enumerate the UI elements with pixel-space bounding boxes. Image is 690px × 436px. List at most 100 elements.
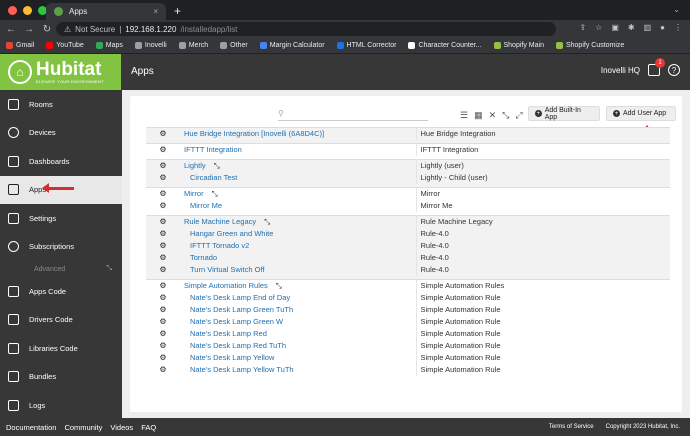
app-name-link[interactable]: Mirror Me xyxy=(180,200,416,212)
browser-tab[interactable]: Apps × xyxy=(46,3,166,20)
forward-icon[interactable]: → xyxy=(22,24,36,35)
clear-icon[interactable]: ✕ xyxy=(489,110,497,121)
search-input[interactable]: ⚲ xyxy=(278,109,428,121)
add-builtin-app-button[interactable]: + Add Built-In App xyxy=(528,106,600,121)
gear-icon[interactable]: ⚙ xyxy=(146,215,180,228)
app-name-text[interactable]: Lightly xyxy=(184,161,206,170)
app-name-link[interactable]: Nate's Desk Lamp Red xyxy=(180,328,416,340)
app-name-link[interactable]: Nate's Desk Lamp Yellow xyxy=(180,352,416,364)
app-name-link[interactable]: Hangar Green and White xyxy=(180,228,416,240)
gear-icon[interactable]: ⚙ xyxy=(146,172,180,184)
sidebar-item-subscriptions[interactable]: Subscriptions xyxy=(0,233,122,262)
sidebar-item-dashboards[interactable]: Dashboards xyxy=(0,147,122,176)
bookmark-star-icon[interactable]: ☆ xyxy=(595,23,602,32)
gear-icon[interactable]: ⚙ xyxy=(146,228,180,240)
hub-name[interactable]: Inovelli HQ xyxy=(601,66,640,75)
gear-icon[interactable]: ⚙ xyxy=(146,127,180,140)
hubitat-logo[interactable]: ⌂ Hubitat ELEVATE YOUR ENVIRONMENT xyxy=(0,54,121,90)
app-name-link[interactable]: Mirror ⤡ xyxy=(180,187,416,200)
bookmark-item[interactable]: Character Counter... xyxy=(408,42,482,49)
bookmark-item[interactable]: Merch xyxy=(178,42,208,49)
gear-icon[interactable]: ⚙ xyxy=(146,187,180,200)
gear-icon[interactable]: ⚙ xyxy=(146,279,180,292)
sidebar-icon[interactable]: ▥ xyxy=(644,23,652,32)
app-name-link[interactable]: Simple Automation Rules ⤡ xyxy=(180,279,416,292)
sidebar-item-settings[interactable]: Settings xyxy=(0,204,122,233)
app-name-link[interactable]: IFTTT Integration xyxy=(180,143,416,156)
bookmark-item[interactable]: Maps xyxy=(95,42,123,49)
bookmark-item[interactable]: Shopify Main xyxy=(493,42,544,49)
gear-icon[interactable]: ⚙ xyxy=(146,159,180,172)
grid-view-icon[interactable]: ▦ xyxy=(474,110,483,121)
sidebar-item-drivers-code[interactable]: Drivers Code xyxy=(0,306,122,335)
sidebar-item-apps[interactable]: Apps xyxy=(0,175,122,204)
notifications-icon[interactable]: 1 xyxy=(648,58,665,76)
sidebar-item-rooms[interactable]: Rooms xyxy=(0,90,122,119)
sidebar-item-libraries-code[interactable]: Libraries Code xyxy=(0,334,122,363)
gear-icon[interactable]: ⚙ xyxy=(146,340,180,352)
add-user-app-button[interactable]: + Add User App xyxy=(606,106,676,121)
app-name-link[interactable]: Nate's Desk Lamp Red TuTh xyxy=(180,340,416,352)
gear-icon[interactable]: ⚙ xyxy=(146,264,180,276)
app-name-text[interactable]: Simple Automation Rules xyxy=(184,281,268,290)
bookmark-item[interactable]: Inovelli xyxy=(134,42,167,49)
sidebar-item-logs[interactable]: Logs xyxy=(0,391,122,420)
footer-link[interactable]: Community xyxy=(64,423,102,432)
gear-icon[interactable]: ⚙ xyxy=(146,252,180,264)
app-name-link[interactable]: Lightly ⤡ xyxy=(180,159,416,172)
gear-icon[interactable]: ⚙ xyxy=(146,304,180,316)
app-name-link[interactable]: Nate's Desk Lamp Green TuTh xyxy=(180,304,416,316)
sidebar-item-devices[interactable]: Devices xyxy=(0,119,122,148)
list-view-icon[interactable]: ☰ xyxy=(460,110,468,121)
gear-icon[interactable]: ⚙ xyxy=(146,292,180,304)
app-name-link[interactable]: Circadian Test xyxy=(180,172,416,184)
help-icon[interactable]: ? xyxy=(668,64,680,76)
footer-link[interactable]: Documentation xyxy=(6,423,56,432)
sidebar-item-apps-code[interactable]: Apps Code xyxy=(0,277,122,306)
close-window-button[interactable] xyxy=(8,6,17,15)
sidebar-item-bundles[interactable]: Bundles xyxy=(0,363,122,392)
gear-icon[interactable]: ⚙ xyxy=(146,200,180,212)
bookmark-item[interactable]: HTML Corrector xyxy=(336,42,396,49)
app-name-text[interactable]: Mirror xyxy=(184,189,204,198)
app-name-link[interactable]: Nate's Desk Lamp Yellow TuTh xyxy=(180,364,416,376)
collapse-icon[interactable]: ⤡ xyxy=(262,217,270,226)
bookmark-item[interactable]: Other xyxy=(220,42,248,49)
share-icon[interactable]: ⇪ xyxy=(579,23,586,32)
app-name-link[interactable]: Nate's Desk Lamp Green W xyxy=(180,316,416,328)
profile-avatar[interactable]: ● xyxy=(660,23,665,32)
app-name-link[interactable]: Nate's Desk Lamp End of Day xyxy=(180,292,416,304)
address-bar[interactable]: ⚠ Not Secure | 192.168.1.220/installedap… xyxy=(56,22,556,36)
gear-icon[interactable]: ⚙ xyxy=(146,352,180,364)
back-icon[interactable]: ← xyxy=(4,24,18,35)
gear-icon[interactable]: ⚙ xyxy=(146,328,180,340)
bookmark-item[interactable]: YouTube xyxy=(46,42,84,49)
new-tab-button[interactable]: + xyxy=(174,4,181,18)
tab-search-icon[interactable]: ⌄ xyxy=(673,5,680,14)
collapse-icon[interactable]: ⤡ xyxy=(274,281,282,290)
collapse-all-icon[interactable]: ⤡ xyxy=(502,110,509,121)
footer-link[interactable]: FAQ xyxy=(141,423,156,432)
expand-all-icon[interactable]: ⤢ xyxy=(515,110,522,121)
close-tab-icon[interactable]: × xyxy=(153,7,158,16)
terms-link[interactable]: Terms of Service xyxy=(549,424,594,430)
bookmark-item[interactable]: Gmail xyxy=(6,42,34,49)
reload-icon[interactable]: ↻ xyxy=(40,24,54,35)
app-name-link[interactable]: IFTTT Tornado v2 xyxy=(180,240,416,252)
gear-icon[interactable]: ⚙ xyxy=(146,316,180,328)
app-name-link[interactable]: Turn Virtual Switch Off xyxy=(180,264,416,276)
menu-icon[interactable]: ⋮ xyxy=(674,23,682,32)
app-name-link[interactable]: Rule Machine Legacy ⤡ xyxy=(180,215,416,228)
app-name-text[interactable]: Rule Machine Legacy xyxy=(184,217,256,226)
puzzle-icon[interactable]: ✱ xyxy=(628,23,635,32)
gear-icon[interactable]: ⚙ xyxy=(146,240,180,252)
collapse-icon[interactable]: ⤡ xyxy=(212,161,220,170)
gear-icon[interactable]: ⚙ xyxy=(146,364,180,376)
collapse-icon[interactable]: ⤡ xyxy=(210,189,218,198)
footer-link[interactable]: Videos xyxy=(110,423,133,432)
app-name-link[interactable]: Hue Bridge Integration [Inovelli (6A8D4C… xyxy=(180,127,416,140)
extension-icon[interactable]: ▣ xyxy=(611,23,619,32)
gear-icon[interactable]: ⚙ xyxy=(146,143,180,156)
app-name-link[interactable]: Tornado xyxy=(180,252,416,264)
collapse-icon[interactable]: ⤡ xyxy=(106,265,112,273)
